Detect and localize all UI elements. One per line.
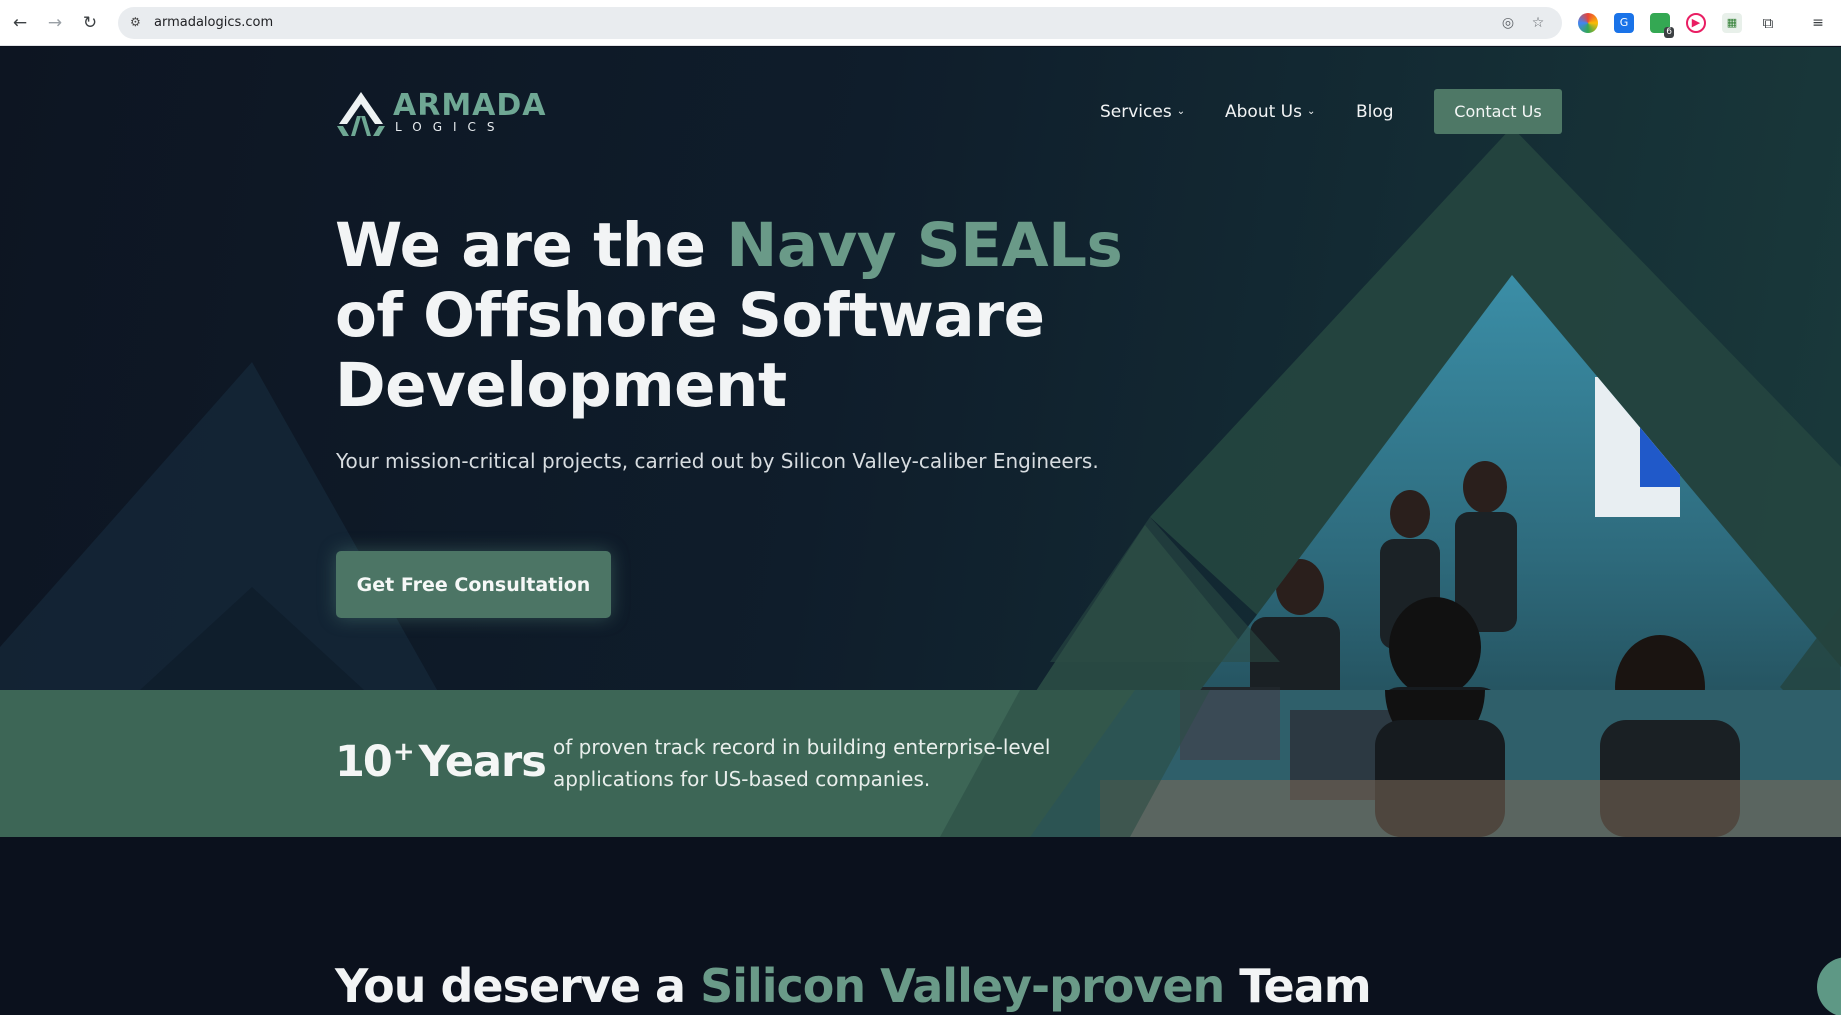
years-unit: Years	[418, 737, 547, 787]
forward-icon[interactable]: →	[41, 9, 69, 37]
address-bar[interactable]: ⚙ armadalogics.com ◎ ☆	[118, 7, 1562, 39]
headline-prefix: We are the	[335, 210, 727, 281]
armada-logo-icon	[337, 92, 385, 136]
nav-item-blog[interactable]: Blog	[1356, 89, 1394, 134]
section-heading-accent: Silicon Valley-proven	[700, 959, 1225, 1013]
data-extension-icon[interactable]: ▦	[1722, 13, 1742, 33]
headline-line-2: of Offshore Software	[335, 280, 1045, 351]
reading-list-icon[interactable]: ≡	[1808, 13, 1828, 33]
hero-headline: We are the Navy SEALs of Offshore Softwa…	[335, 210, 1123, 421]
site-info-icon[interactable]: ⚙	[130, 15, 146, 31]
contact-us-button[interactable]: Contact Us	[1434, 89, 1562, 134]
eye-off-icon[interactable]: ◎	[1498, 13, 1518, 33]
brand-name: ARMADA	[393, 88, 547, 123]
url-text[interactable]: armadalogics.com	[154, 15, 273, 30]
extension-badge: 6	[1664, 27, 1674, 38]
headline-line-3: Development	[335, 350, 787, 421]
nav-label-blog: Blog	[1356, 101, 1394, 122]
years-description-line-1: of proven track record in building enter…	[553, 735, 1051, 759]
chevron-down-icon: ⌄	[1176, 106, 1186, 117]
nav-item-services[interactable]: Services ⌄	[1100, 89, 1185, 134]
brand-logo[interactable]: ARMADA LOGICS	[335, 90, 547, 136]
get-free-consultation-button[interactable]: Get Free Consultation	[336, 551, 611, 618]
browser-toolbar: ← → ↻ ⚙ armadalogics.com ◎ ☆ G 6 ▶ ▦ ⧉ ≡	[0, 0, 1841, 46]
section-heading: You deserve a Silicon Valley-proven Team	[335, 959, 1372, 1013]
hero-subline: Your mission-critical projects, carried …	[336, 449, 1099, 473]
years-number: 10	[335, 737, 393, 787]
nav-label-about-us: About Us	[1225, 101, 1302, 122]
years-stat: 10 + Years	[335, 737, 547, 787]
section-heading-prefix: You deserve a	[335, 959, 701, 1013]
translate-extension-icon[interactable]: G	[1614, 13, 1634, 33]
years-description-line-2: applications for US-based companies.	[553, 767, 931, 791]
extensions-puzzle-icon[interactable]: ⧉	[1758, 13, 1778, 33]
back-icon[interactable]: ←	[6, 9, 34, 37]
chat-widget-button[interactable]	[1817, 957, 1841, 1015]
hero-section: ARMADA LOGICS Services ⌄ About Us ⌄ Blog…	[0, 47, 1841, 837]
nav-item-about-us[interactable]: About Us ⌄	[1225, 89, 1315, 134]
color-extension-icon[interactable]	[1578, 13, 1598, 33]
years-description: of proven track record in building enter…	[553, 731, 1073, 795]
section-heading-suffix: Team	[1224, 959, 1371, 1013]
reload-icon[interactable]: ↻	[76, 9, 104, 37]
chevron-down-icon: ⌄	[1306, 106, 1316, 117]
nav-label-services: Services	[1100, 101, 1172, 122]
shield-extension-icon[interactable]: 6	[1650, 13, 1674, 38]
bookmark-star-icon[interactable]: ☆	[1528, 13, 1548, 33]
years-plus: +	[392, 737, 415, 767]
page-viewport: ARMADA LOGICS Services ⌄ About Us ⌄ Blog…	[0, 47, 1841, 1015]
record-extension-icon[interactable]: ▶	[1686, 13, 1706, 33]
headline-accent: Navy SEALs	[726, 210, 1123, 281]
